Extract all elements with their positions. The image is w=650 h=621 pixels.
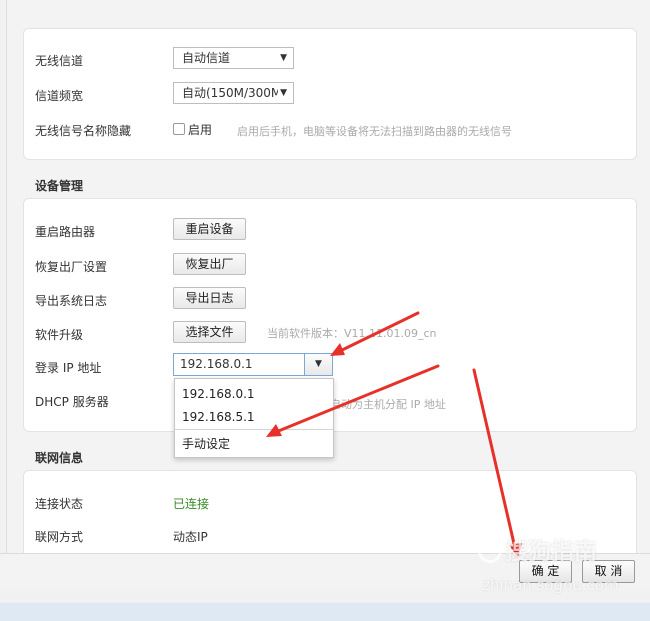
arrow-to-ok-button: [472, 368, 522, 558]
watermark-brand: 搜狗指南: [505, 539, 597, 565]
watermark-url: zhinan.sogou.com: [482, 576, 619, 594]
annotation-arrows: [266, 311, 522, 558]
arrow-to-manual-option: [266, 364, 440, 437]
watermark-logo: 搜狗指南: [478, 532, 597, 566]
sogou-logo-icon: [478, 539, 502, 563]
arrow-to-ip-dropdown: [330, 311, 420, 356]
